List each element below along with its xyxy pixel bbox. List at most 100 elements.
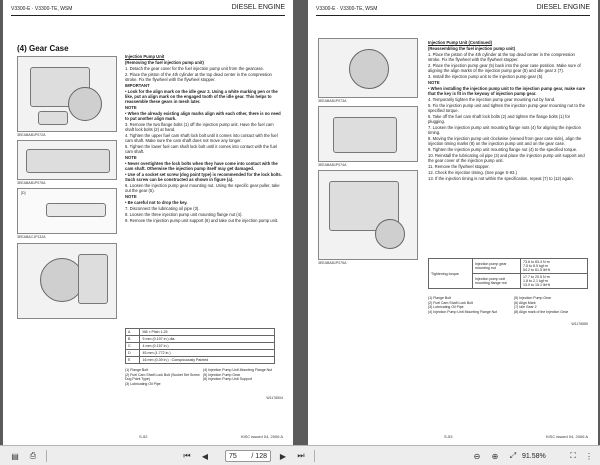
step: 5. Tighten the lower fuel cam shaft lock… <box>125 144 283 154</box>
print-icon[interactable]: ⎙ <box>26 450 40 462</box>
step: 5. Fix the injection pump unit and tight… <box>428 103 588 113</box>
legend-col-1: (1) Flange Bolt (2) Fuel Cam Shaft Lock … <box>428 296 510 314</box>
legend-col-1: (1) Flange Bolt (2) Fuel Cam Shaft Lock … <box>125 368 200 386</box>
menu-icon[interactable]: ⋮ <box>582 450 596 462</box>
issue-info: KiSC issued 04, 2006 A <box>546 434 588 439</box>
step: 3. Remove the two flange bolts (1) off t… <box>125 122 283 132</box>
dimension-table: AM8 × Pitch 1.25 B5 mm (0.197 in.) dia. … <box>125 328 275 364</box>
step: 4. Temporarily tighten the injection pum… <box>428 97 588 102</box>
doc-code: W1176504 <box>266 396 283 400</box>
legend-item: (3) Lubricating Oil Pipe <box>125 382 200 387</box>
legend-item: (8) Align mark of the Injection Gear <box>514 310 590 315</box>
figure-code: 3EEABAB1P075A <box>318 261 346 265</box>
figure-pump-gear <box>17 243 117 319</box>
figure-pump-install <box>318 106 418 162</box>
issue-info: KiSC issued 04, 2006 A <box>241 434 283 439</box>
heading: Injection Pump Unit <box>125 54 283 59</box>
legend-item: (6) Injection Pump Unit Support <box>203 377 283 382</box>
fit-page-icon[interactable]: ⤢ <box>506 450 520 462</box>
step: 13. If the injection timing is not withi… <box>428 176 588 181</box>
note-item: • Look for the align mark on the idle ge… <box>125 89 283 104</box>
table-row: B5 mm (0.197 in.) dia. <box>126 336 275 343</box>
page-input[interactable]: 75 / 128 <box>225 450 271 462</box>
page-current[interactable]: 75 <box>229 453 237 460</box>
note-label: NOTE <box>125 155 283 160</box>
step: 9. Tighten the injection pump unit mount… <box>428 147 588 152</box>
procedure-text: Injection Pump Unit (Removing the fuel i… <box>125 54 283 224</box>
zoom-out-icon[interactable]: ⊖ <box>470 450 484 462</box>
step: 9. Remove the injection pump unit suppor… <box>125 218 283 223</box>
subheading: (Reassembling the fuel injection pump un… <box>428 46 588 51</box>
note-label: NOTE <box>125 105 283 110</box>
figure-pump-gear-align <box>318 38 418 98</box>
header-left: V3300-E · V3300-TE, WSM <box>316 6 377 12</box>
table-row: AM8 × Pitch 1.25 <box>126 329 275 336</box>
step: 12. Check the injection timing. (See pag… <box>428 170 588 175</box>
step: 4. Tighten the upper fuel cam shaft lock… <box>125 133 283 143</box>
last-page-icon[interactable]: ⏭ <box>294 450 308 462</box>
step: 3. Install the injection pump unit to th… <box>428 74 588 79</box>
note-item: • Use of a socket set screw (dog point t… <box>125 172 283 182</box>
figure-timing-marks <box>318 170 418 260</box>
figure-pump-unit <box>17 56 117 132</box>
header-right: DIESEL ENGINE <box>232 4 285 11</box>
page-number: S-52 <box>139 434 147 439</box>
note-label: NOTE <box>428 80 588 85</box>
table-row: C4 mm (0.157 in.) <box>126 343 275 350</box>
next-page-icon[interactable]: ▶ <box>276 450 290 462</box>
right-page: V3300-E · V3300-TE, WSM DIESEL ENGINE 3E… <box>308 0 598 445</box>
page-number: S-53 <box>444 434 452 439</box>
note-item: • When installing the injection pump uni… <box>428 86 588 96</box>
step: 7. Loosen the injection pump unit mounti… <box>428 125 588 135</box>
figure-code: 3EEABAB1P072A <box>17 133 45 137</box>
subheading: (Removing the fuel injection pump unit) <box>125 60 283 65</box>
note-item: • Never overtighten the lock bolts when … <box>125 161 283 171</box>
figure-label: [D] <box>21 191 25 195</box>
section-title: (4) Gear Case <box>17 44 69 53</box>
important-label: IMPORTANT <box>125 83 283 88</box>
page-header: V3300-E · V3300-TE, WSM DIESEL ENGINE <box>316 4 590 16</box>
doc-code: W1176589 <box>571 322 588 326</box>
table-row: E16 mm (0.39 in.) : Conspicuously Painte… <box>126 357 275 364</box>
figure-code: 3EEABAC1P132A <box>17 235 46 239</box>
legend-item: (2) Fuel Cam Shaft Lock Bolt (Socket Set… <box>125 373 200 382</box>
step: 1. Place the piston of the 4th cylinder … <box>428 52 588 62</box>
viewer-toolbar: ▤ ⎙ ⏮ ◀ 75 / 128 ▶ ⏭ ⊖ ⊕ ⤢ 91.58% ⛶ ⋮ <box>0 445 600 465</box>
header-left: V3300-E · V3300-TE, WSM <box>11 6 72 12</box>
first-page-icon[interactable]: ⏮ <box>180 450 194 462</box>
torque-table: Tightening torque Injection pump gear mo… <box>428 258 588 289</box>
legend-col-2: (5) Injection Pump Gear (6) Align Mark (… <box>514 296 590 314</box>
figure-code: 3EEABAB1P073A <box>318 99 346 103</box>
step: 2. Place the piston of the 4th cylinder … <box>125 72 283 82</box>
step: 8. Loosen the three injection pump unit … <box>125 212 283 217</box>
legend-col-2: (4) Injection Pump Unit Mounting Flange … <box>203 368 283 382</box>
step: 1. Detach the gear cover for the fuel in… <box>125 66 283 71</box>
table-row: D45 mm (1.772 in.) <box>126 350 275 357</box>
step: 2. Place the injection pump gear (5) bac… <box>428 63 588 73</box>
zoom-in-icon[interactable]: ⊕ <box>488 450 502 462</box>
step: 6. Take off the fuel cam shaft lock bolt… <box>428 114 588 124</box>
note-item: • When the already existing align marks … <box>125 111 283 121</box>
left-page: V3300-E · V3300-TE, WSM DIESEL ENGINE (4… <box>3 0 293 445</box>
legend-item: (4) Injection Pump Unit Mounting Flange … <box>428 310 510 315</box>
zoom-level[interactable]: 91.58% <box>522 450 562 462</box>
note-item: • Be careful not to drop the key. <box>125 200 283 205</box>
figure-code: 3EEABAB1P074A <box>318 163 346 167</box>
procedure-text: Injection Pump Unit (Continued) (Reassem… <box>428 40 588 182</box>
page-header: V3300-E · V3300-TE, WSM DIESEL ENGINE <box>11 4 285 16</box>
prev-page-icon[interactable]: ◀ <box>198 450 212 462</box>
figure-set-screw: [D] <box>17 188 117 234</box>
legend-item: (4) Injection Pump Unit Mounting Flange … <box>203 368 283 373</box>
fullscreen-icon[interactable]: ⛶ <box>566 450 580 462</box>
table-row: Tightening torque Injection pump gear mo… <box>429 259 588 274</box>
heading: Injection Pump Unit (Continued) <box>428 40 588 45</box>
step: 11. Remove the flywheel stopper. <box>428 164 588 169</box>
step: 8. Moving the injection pump unit clockw… <box>428 136 588 146</box>
step: 7. Disconnect the lubricating oil pipe (… <box>125 206 283 211</box>
figure-code: 3EEABAB1P075A <box>17 181 45 185</box>
page-total: / 128 <box>251 453 267 460</box>
figure-lock-bolts <box>17 140 117 180</box>
sidebar-toggle-icon[interactable]: ▤ <box>8 450 22 462</box>
step: 6. Loosen the injection pump gear mounti… <box>125 183 283 193</box>
note-label: NOTE <box>125 194 283 199</box>
